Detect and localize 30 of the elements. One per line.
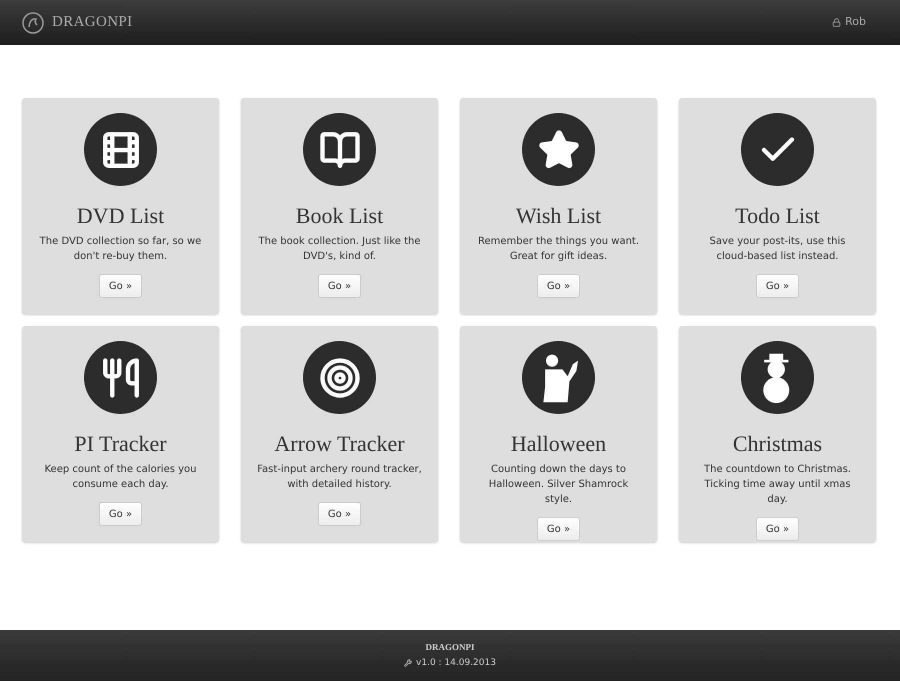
go-button[interactable]: Go »: [756, 274, 800, 298]
card-description: Save your post-its, use this cloud-based list instead.: [708, 235, 846, 264]
go-button[interactable]: Go »: [536, 517, 580, 541]
card-title: PI Tracker: [74, 430, 167, 458]
go-button[interactable]: Go »: [98, 274, 142, 298]
card-title: Wish List: [516, 202, 602, 230]
wrench-icon: [404, 659, 412, 668]
go-button[interactable]: Go »: [536, 274, 580, 298]
card-title: Arrow Tracker: [274, 430, 405, 458]
card-description: Fast-input archery round tracker, with detailed history.: [256, 463, 423, 492]
card-description: Counting down the days to Halloween. Silver Shamrock style.: [488, 463, 630, 507]
card-title: Halloween: [510, 430, 606, 458]
go-button[interactable]: Go »: [318, 502, 362, 526]
brand-name[interactable]: DRAGONPI: [52, 11, 133, 34]
card-description: Keep count of the calories you consume each day.: [43, 463, 198, 492]
card-title: Christmas: [732, 430, 822, 458]
lock-icon: [832, 18, 842, 27]
card-description: The book collection. Just like the DVD's, kind of.: [258, 235, 422, 264]
footer-brand: DRAGONPI: [426, 641, 474, 654]
card-title: Todo List: [735, 202, 820, 230]
user-link[interactable]: Rob: [832, 14, 878, 31]
card-description: Remember the things you want. Great for gift ideas.: [476, 235, 640, 264]
card-description: The countdown to Christmas. Ticking time away until xmas day.: [703, 463, 852, 507]
version-text: v1.0 : 14.09.2013: [416, 656, 496, 670]
card-title: Book List: [296, 202, 384, 230]
go-button[interactable]: Go »: [98, 502, 142, 526]
go-button[interactable]: Go »: [318, 274, 362, 298]
card-description: The DVD collection so far, so we don't re-buy them.: [38, 235, 202, 264]
go-button[interactable]: Go »: [756, 517, 800, 541]
card-title: DVD List: [76, 202, 164, 230]
